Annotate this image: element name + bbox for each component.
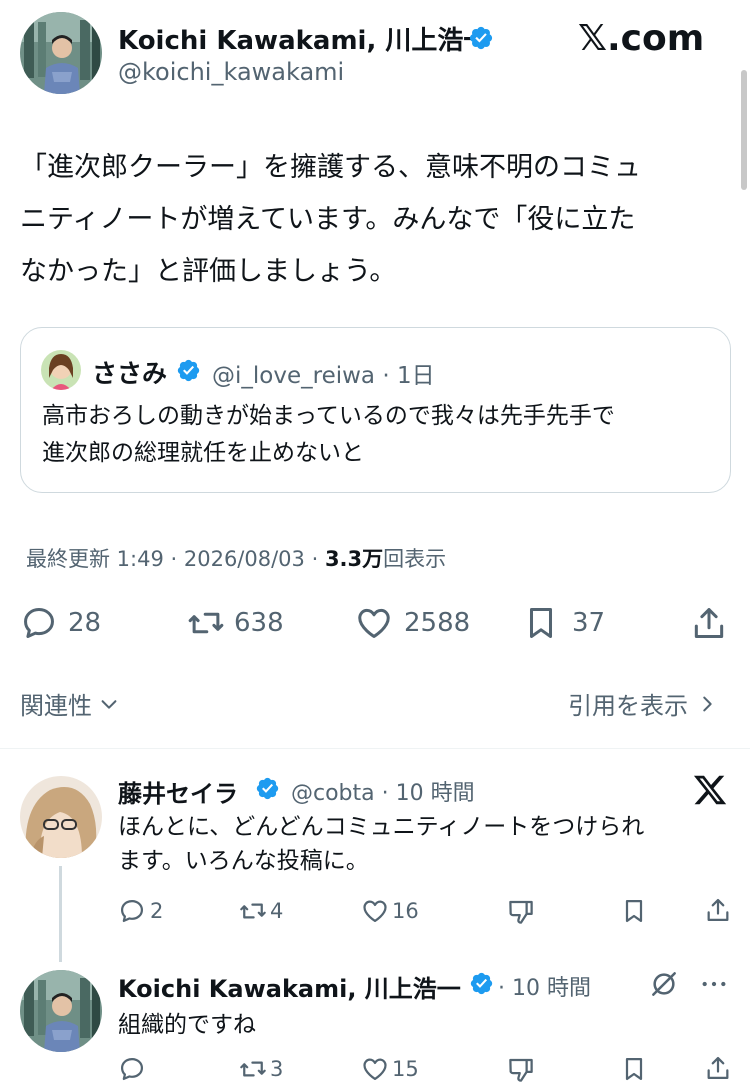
reply-author-avatar[interactable]	[20, 970, 102, 1052]
reply-author-handle[interactable]: @cobta · 10 時間	[291, 775, 475, 807]
post-meta: 最終更新 1:49 · 2026/08/03 · 3.3万回表示	[26, 543, 446, 573]
chevron-down-icon	[101, 699, 117, 709]
repost-count: 3	[270, 1057, 284, 1081]
share-button[interactable]	[704, 896, 732, 924]
like-count: 16	[392, 899, 419, 923]
thread-connector	[59, 866, 62, 962]
reply-author-handle[interactable]: · 10 時間	[498, 970, 591, 1002]
post-text-line: 「進次郎クーラー」を擁護する、意味不明のコミュ	[20, 152, 641, 183]
repost-button[interactable]: 4	[238, 897, 283, 925]
bookmark-button[interactable]	[620, 1055, 648, 1083]
share-icon	[707, 1056, 729, 1080]
reply-author-name[interactable]: Koichi Kawakami, 川上浩一	[118, 969, 461, 1004]
scrollbar[interactable]	[741, 70, 747, 190]
quote-author-avatar[interactable]	[41, 350, 81, 390]
x-logo-icon	[693, 775, 727, 805]
view-count: 3.3万	[324, 547, 384, 571]
chevron-right-icon	[703, 696, 712, 711]
bookmark-icon	[625, 899, 643, 923]
relevance-label: 関連性	[20, 692, 92, 720]
heart-icon	[363, 1058, 387, 1081]
post-timestamp[interactable]: 最終更新 1:49 · 2026/08/03 ·	[26, 547, 318, 571]
reply-button[interactable]: 2	[118, 897, 163, 925]
verified-icon	[177, 359, 200, 382]
bookmark-count: 37	[572, 608, 606, 638]
verified-icon	[256, 777, 279, 800]
reply-author-avatar[interactable]	[20, 776, 102, 858]
quote-author-name[interactable]: ささみ	[92, 354, 167, 390]
share-button[interactable]	[704, 1054, 732, 1082]
author-handle[interactable]: @koichi_kawakami	[118, 58, 344, 86]
reply-text: ほんとに、どんどんコミュニティノートをつけられ ます。いろんな投稿に。	[118, 810, 644, 878]
x-brand-logo: 𝕏.com	[578, 18, 705, 59]
thumbs-down-icon	[509, 1058, 533, 1082]
share-icon	[707, 898, 729, 922]
post-text: 「進次郎クーラー」を擁護する、意味不明のコミュ ニティノートが増えています。みん…	[20, 142, 740, 298]
like-button[interactable]: 16	[360, 897, 419, 925]
quote-text-line: 進次郎の総理就任を止めないと	[42, 440, 364, 466]
downvote-button[interactable]	[506, 1055, 536, 1085]
repost-icon	[188, 612, 224, 634]
reply-icon	[120, 899, 144, 923]
reply-button[interactable]	[118, 1055, 150, 1083]
repost-icon	[240, 1061, 266, 1077]
bookmark-button[interactable]: 37	[522, 604, 605, 642]
post-text-line: ニティノートが増えています。みんなで「役に立た	[20, 204, 636, 235]
downvote-button[interactable]	[506, 897, 536, 927]
reply-count: 2	[150, 899, 164, 923]
heart-icon	[363, 900, 387, 923]
reply-text-line: ます。いろんな投稿に。	[118, 848, 369, 874]
reply-icon	[24, 608, 54, 638]
quote-text: 高市おろしの動きが始まっているので我々は先手先手で 進次郎の総理就任を止めないと	[42, 398, 615, 472]
verified-icon	[470, 972, 493, 995]
reply-author-name[interactable]: 藤井セイラ	[118, 774, 238, 809]
reply-text: 組織的ですね	[118, 1012, 256, 1038]
relevance-dropdown[interactable]: 関連性	[20, 686, 120, 721]
more-options-icon[interactable]	[698, 968, 730, 1000]
quote-text-line: 高市おろしの動きが始まっているので我々は先手先手で	[42, 403, 615, 429]
author-avatar[interactable]	[20, 12, 102, 94]
share-icon	[694, 608, 724, 638]
grok-icon[interactable]	[648, 968, 680, 1000]
like-count: 2588	[404, 608, 471, 638]
view-count-label: 回表示	[383, 547, 447, 571]
quote-author-handle[interactable]: @i_love_reiwa · 1日	[212, 356, 435, 390]
like-button[interactable]: 2588	[354, 604, 470, 642]
like-count: 15	[392, 1057, 419, 1081]
bookmark-icon	[529, 608, 553, 638]
reply-icon	[120, 1057, 144, 1081]
reply-count: 28	[68, 608, 102, 638]
heart-icon	[358, 608, 390, 638]
repost-count: 638	[234, 608, 284, 638]
post-text-line: なかった」と評価しましょう。	[20, 256, 397, 287]
thumbs-down-icon	[509, 900, 533, 924]
repost-icon	[240, 903, 266, 919]
like-button[interactable]: 15	[360, 1055, 419, 1083]
repost-button[interactable]: 3	[238, 1055, 283, 1083]
section-divider	[0, 748, 750, 749]
view-quotes-link[interactable]: 引用を表示	[568, 686, 718, 721]
repost-count: 4	[270, 899, 284, 923]
reply-text-line: ほんとに、どんどんコミュニティノートをつけられ	[118, 814, 645, 840]
author-name[interactable]: Koichi Kawakami, 川上浩一	[118, 20, 489, 57]
bookmark-icon	[625, 1057, 643, 1081]
share-button[interactable]	[690, 604, 728, 642]
reply-button[interactable]: 28	[20, 604, 101, 642]
bookmark-button[interactable]	[620, 897, 648, 925]
repost-button[interactable]: 638	[186, 604, 284, 642]
view-quotes-label: 引用を表示	[568, 692, 688, 720]
verified-icon	[469, 26, 493, 50]
